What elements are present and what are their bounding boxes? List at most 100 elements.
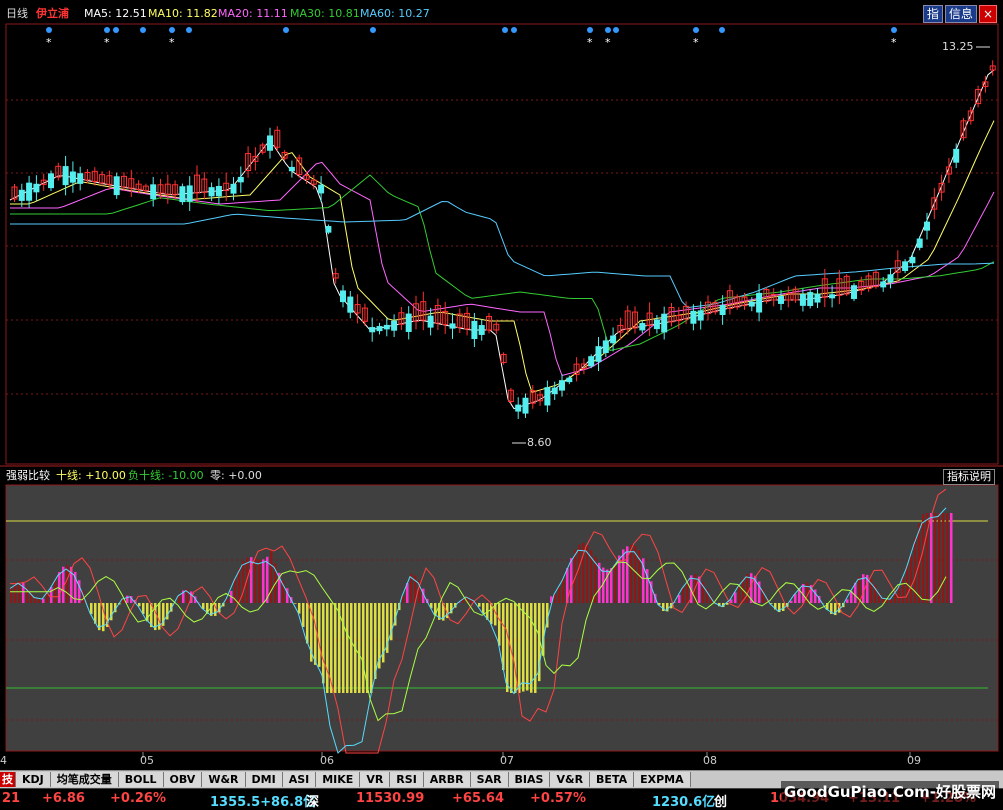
status-value: 21 bbox=[2, 791, 20, 806]
x-axis-month: 06 bbox=[320, 754, 334, 767]
candle-body bbox=[19, 190, 24, 200]
candle-body bbox=[881, 282, 886, 287]
tab-obv[interactable]: OBV bbox=[164, 772, 203, 787]
signal-dot bbox=[113, 27, 119, 33]
candle-body bbox=[289, 167, 294, 170]
candle-body bbox=[472, 321, 477, 338]
status-value: 1355.5+86.8亿 bbox=[210, 791, 316, 810]
tab-volume[interactable]: 均笔成交量 bbox=[51, 772, 119, 787]
indicator-bar bbox=[38, 599, 41, 603]
candle-body bbox=[78, 174, 83, 184]
indicator-bar bbox=[558, 587, 561, 603]
signal-dot bbox=[719, 27, 725, 33]
indicator-bar bbox=[46, 594, 49, 603]
signal-star: * bbox=[104, 36, 110, 49]
indicator-bar bbox=[362, 603, 365, 693]
candle-body bbox=[479, 326, 484, 335]
signal-star: * bbox=[169, 36, 175, 49]
tab-vr2[interactable]: V&R bbox=[550, 772, 590, 787]
candle-body bbox=[428, 316, 433, 327]
indicator-bar bbox=[622, 549, 625, 603]
signal-dot bbox=[613, 27, 619, 33]
signal-dot bbox=[140, 27, 146, 33]
indicator-bar bbox=[678, 595, 681, 603]
tab-dmi[interactable]: DMI bbox=[246, 772, 283, 787]
close-icon[interactable]: × bbox=[979, 5, 997, 23]
x-axis-month: 09 bbox=[907, 754, 921, 767]
indicator-bar bbox=[930, 513, 933, 603]
tab-arbr[interactable]: ARBR bbox=[424, 772, 471, 787]
candle-body bbox=[917, 239, 922, 247]
indicator-help-button[interactable]: 指标说明 bbox=[943, 469, 995, 485]
tab-wr[interactable]: W&R bbox=[202, 772, 245, 787]
indicator-bar bbox=[10, 587, 13, 603]
status-value: +0.26% bbox=[110, 791, 166, 806]
candle-body bbox=[406, 314, 411, 331]
tab-mike[interactable]: MIKE bbox=[316, 772, 360, 787]
ma20-value: MA20: 11.11 bbox=[218, 7, 288, 21]
status-value: +0.57% bbox=[530, 791, 586, 806]
grid-lines bbox=[0, 24, 1003, 758]
signal-dot bbox=[511, 27, 517, 33]
candle-body bbox=[567, 378, 572, 381]
signal-dot bbox=[502, 27, 508, 33]
indicator-bar bbox=[734, 592, 737, 603]
indicator-bar bbox=[534, 603, 537, 693]
zhi-button[interactable]: 指 bbox=[923, 5, 943, 23]
candle-body bbox=[341, 291, 346, 302]
price-panel-frame bbox=[6, 24, 998, 464]
candle-body bbox=[238, 177, 243, 181]
ma-line bbox=[10, 121, 994, 393]
candle-body bbox=[384, 325, 389, 328]
indicator-bar bbox=[482, 603, 485, 614]
status-value: 创 bbox=[714, 791, 727, 810]
tab-expma[interactable]: EXPMA bbox=[634, 772, 691, 787]
indicator-bar bbox=[530, 603, 533, 693]
indicator-bar bbox=[518, 603, 521, 693]
indicator-bar bbox=[270, 551, 273, 603]
tab-sar[interactable]: SAR bbox=[471, 772, 509, 787]
ma5-value: MA5: 12.51 bbox=[84, 7, 147, 21]
ma10-value: MA10: 11.82 bbox=[148, 7, 218, 21]
indicator-bar bbox=[794, 594, 797, 603]
low-price-label: 8.60 bbox=[527, 436, 552, 450]
tab-left-marker[interactable]: 技 bbox=[0, 772, 16, 787]
tab-kdj[interactable]: KDJ bbox=[16, 772, 51, 787]
x-axis-month: 07 bbox=[500, 754, 514, 767]
signal-dot bbox=[587, 27, 593, 33]
candle-body bbox=[589, 357, 594, 366]
candlesticks bbox=[12, 60, 995, 419]
tab-boll[interactable]: BOLL bbox=[119, 772, 164, 787]
candle-body bbox=[231, 184, 236, 193]
indicator-bar bbox=[298, 603, 301, 614]
candle-body bbox=[63, 167, 68, 185]
ma-line bbox=[10, 175, 994, 351]
info-button[interactable]: 信息 bbox=[945, 5, 977, 23]
indicator-bar bbox=[578, 544, 581, 603]
candle-body bbox=[662, 314, 667, 332]
candle-body bbox=[187, 186, 192, 201]
candle-body bbox=[450, 324, 455, 328]
indicator-bar bbox=[498, 603, 501, 646]
signal-dot bbox=[283, 27, 289, 33]
tab-beta[interactable]: BETA bbox=[590, 772, 634, 787]
candle-body bbox=[34, 184, 39, 192]
indicator-bar bbox=[910, 555, 913, 603]
tab-rsi[interactable]: RSI bbox=[390, 772, 424, 787]
indicator-bar bbox=[178, 595, 181, 603]
signal-star: * bbox=[693, 36, 699, 49]
tab-asi[interactable]: ASI bbox=[283, 772, 317, 787]
indicator-bar bbox=[682, 587, 685, 603]
indicator-bar bbox=[254, 558, 257, 603]
candle-body bbox=[779, 297, 784, 304]
indicator-bar bbox=[562, 578, 565, 603]
indicator-bar bbox=[610, 568, 613, 603]
indicator-bar bbox=[126, 596, 129, 603]
indicator-bar bbox=[846, 599, 849, 603]
candle-body bbox=[49, 174, 54, 188]
top-right-toolbar: 指 信息 × bbox=[923, 5, 997, 23]
tab-vr[interactable]: VR bbox=[360, 772, 390, 787]
tab-bias[interactable]: BIAS bbox=[509, 772, 551, 787]
candle-body bbox=[319, 185, 324, 193]
indicator-bar bbox=[262, 559, 265, 603]
